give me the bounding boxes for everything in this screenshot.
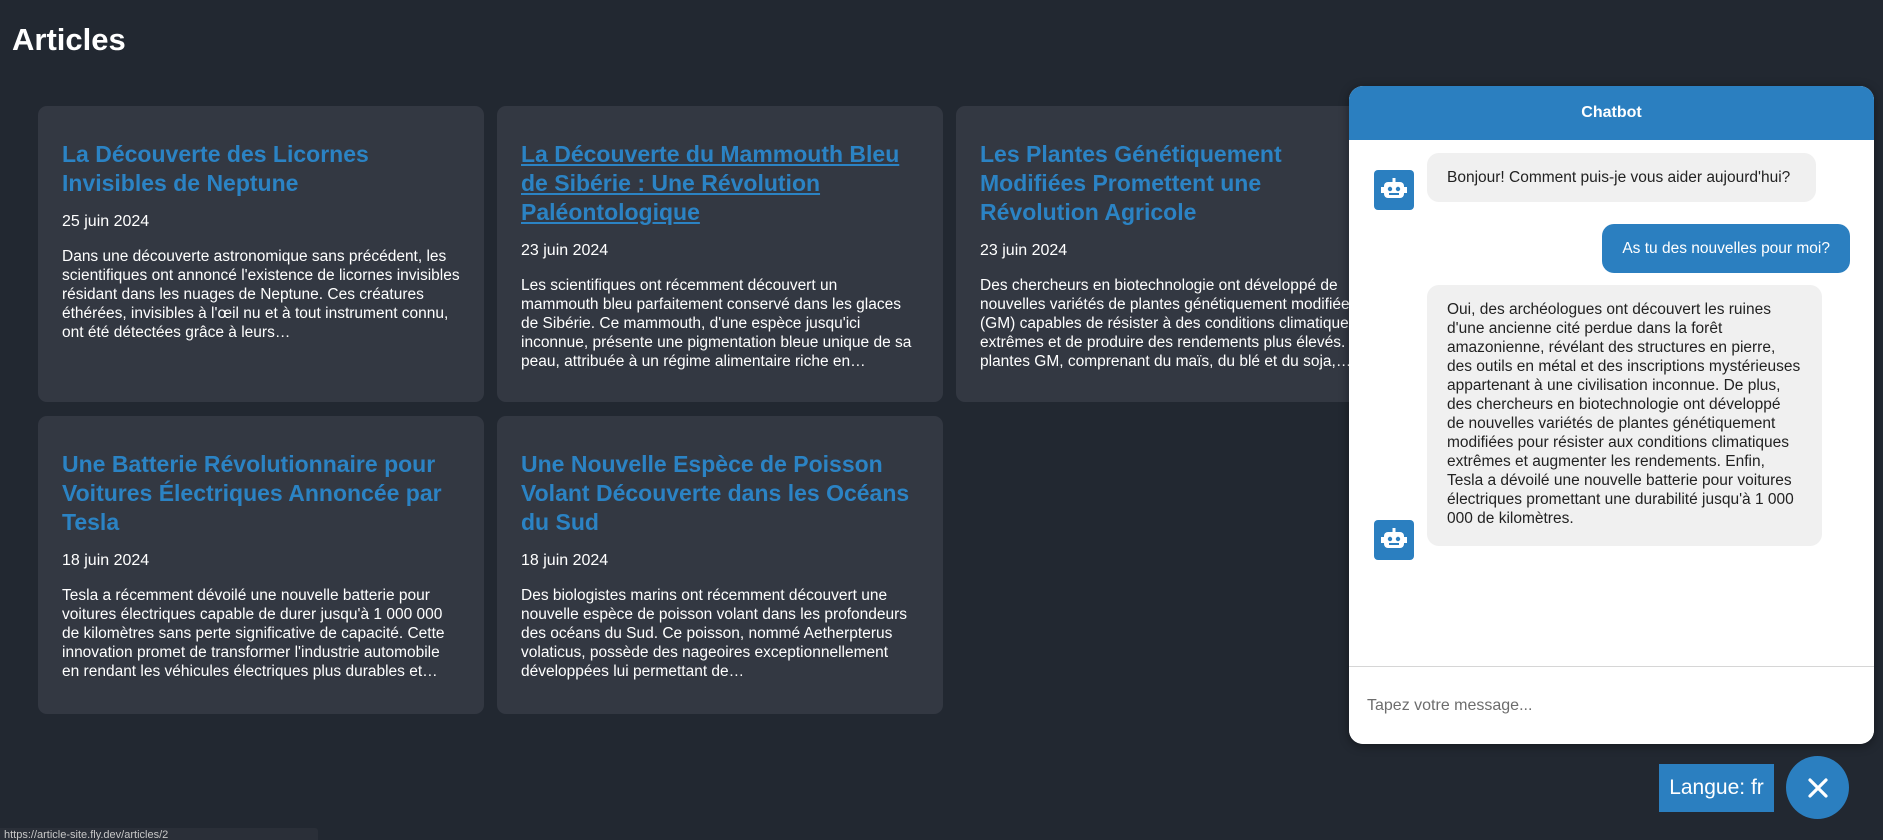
article-card: Une Nouvelle Espèce de Poisson Volant Dé…	[497, 416, 943, 714]
chat-message-input[interactable]	[1349, 667, 1874, 744]
article-card: La Découverte du Mammouth Bleu de Sibéri…	[497, 106, 943, 402]
close-icon	[1806, 776, 1830, 800]
language-button[interactable]: Langue: fr	[1659, 764, 1774, 812]
article-title-link[interactable]: La Découverte des Licornes Invisibles de…	[62, 140, 460, 198]
bot-avatar-icon	[1374, 170, 1414, 210]
article-date: 25 juin 2024	[62, 213, 150, 230]
chatbot-header: Chatbot	[1349, 86, 1874, 140]
article-title-link[interactable]: La Découverte du Mammouth Bleu de Sibéri…	[521, 140, 919, 227]
article-card: La Découverte des Licornes Invisibles de…	[38, 106, 484, 402]
article-excerpt: Tesla a récemment dévoilé une nouvelle b…	[62, 587, 445, 680]
article-card: Les Plantes Génétiquement Modifiées Prom…	[956, 106, 1377, 402]
chatbot-close-button[interactable]	[1786, 756, 1849, 819]
article-title-link[interactable]: Une Batterie Révolutionnaire pour Voitur…	[62, 450, 460, 537]
user-message: As tu des nouvelles pour moi?	[1602, 224, 1850, 273]
article-title-link[interactable]: Les Plantes Génétiquement Modifiées Prom…	[980, 140, 1352, 227]
bot-avatar-icon	[1374, 520, 1414, 560]
chat-messages: Bonjour! Comment puis-je vous aider aujo…	[1349, 140, 1874, 666]
article-card: Une Batterie Révolutionnaire pour Voitur…	[38, 416, 484, 714]
status-bar-url: https://article-site.fly.dev/articles/2	[0, 828, 318, 840]
article-title-link[interactable]: Une Nouvelle Espèce de Poisson Volant Dé…	[521, 450, 919, 537]
article-date: 18 juin 2024	[62, 552, 150, 569]
chat-input-container	[1349, 666, 1874, 744]
article-excerpt: Des chercheurs en biotechnologie ont dév…	[980, 277, 1378, 370]
article-date: 18 juin 2024	[521, 552, 609, 569]
page-title: Articles	[12, 22, 126, 57]
bot-message: Bonjour! Comment puis-je vous aider aujo…	[1427, 153, 1816, 202]
article-date: 23 juin 2024	[521, 242, 609, 259]
article-excerpt: Les scientifiques ont récemment découver…	[521, 277, 912, 370]
article-date: 23 juin 2024	[980, 242, 1068, 259]
article-excerpt: Dans une découverte astronomique sans pr…	[62, 248, 460, 341]
bot-message: Oui, des archéologues ont découvert les …	[1427, 285, 1822, 546]
chatbot-panel: Chatbot Bonjour! Comment puis-je vous ai…	[1349, 86, 1874, 744]
article-excerpt: Des biologistes marins ont récemment déc…	[521, 587, 908, 680]
